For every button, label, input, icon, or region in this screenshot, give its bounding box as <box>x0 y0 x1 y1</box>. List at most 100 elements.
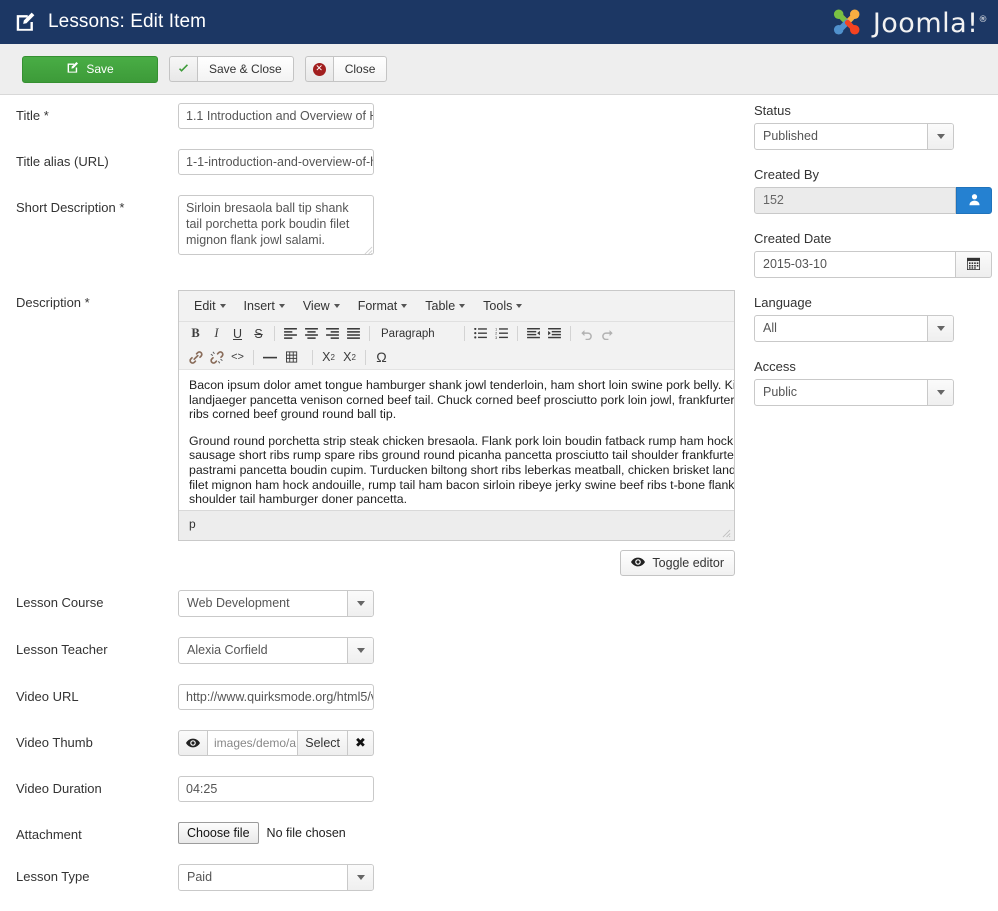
page-title-group: Lessons: Edit Item <box>14 11 206 33</box>
check-icon[interactable] <box>169 56 197 82</box>
calendar-icon <box>967 257 980 273</box>
lesson-course-select[interactable]: Web Development <box>178 590 374 617</box>
link-icon[interactable] <box>185 347 206 367</box>
access-select[interactable]: Public <box>754 379 954 406</box>
outdent-icon[interactable] <box>523 324 544 344</box>
x-icon[interactable]: ✖ <box>348 730 374 756</box>
eye-icon[interactable] <box>178 730 208 756</box>
field-row-lesson-course: Lesson Course Web Development <box>0 590 748 617</box>
chevron-down-icon[interactable] <box>927 316 953 341</box>
choose-file-button[interactable]: Choose file <box>178 822 259 844</box>
save-button[interactable]: Save <box>22 55 158 83</box>
bold-icon[interactable]: B <box>185 324 206 344</box>
eye-icon <box>631 556 646 570</box>
editor-toolbar-row-1: B I U S Paragraph 1 2 3 <box>179 322 734 345</box>
editor-menubar: Edit Insert View Format Table Tools <box>179 291 734 322</box>
menu-view[interactable]: View <box>294 291 349 321</box>
resize-grip-icon[interactable] <box>364 246 373 255</box>
italic-icon[interactable]: I <box>206 324 227 344</box>
x-circle-icon[interactable]: ✕ <box>304 56 333 82</box>
access-label: Access <box>754 359 796 374</box>
toolbar-separator <box>365 349 366 365</box>
indent-icon[interactable] <box>544 324 565 344</box>
toggle-editor-row: Toggle editor <box>178 550 735 576</box>
bullet-list-icon[interactable] <box>470 324 491 344</box>
save-close-label[interactable]: Save & Close <box>197 56 294 82</box>
editor-content-area[interactable]: Bacon ipsum dolor amet tongue hamburger … <box>179 370 734 510</box>
user-icon <box>968 193 981 209</box>
field-row-lesson-teacher: Lesson Teacher Alexia Corfield <box>0 637 748 664</box>
horizontal-rule-icon[interactable] <box>259 347 280 367</box>
subscript-icon[interactable]: X2 <box>318 347 339 367</box>
strikethrough-icon[interactable]: S <box>248 324 269 344</box>
numbered-list-icon[interactable]: 123 <box>491 324 512 344</box>
user-select-button[interactable] <box>956 187 992 214</box>
short-description-label: Short Description * <box>16 200 125 215</box>
chevron-down-icon[interactable] <box>927 380 953 405</box>
video-thumb-select-button[interactable]: Select <box>298 730 348 756</box>
editor-element-path[interactable]: p <box>189 517 196 531</box>
field-created-date: Created Date 2015-03-10 <box>754 231 998 278</box>
title-label: Title * <box>16 108 49 123</box>
attachment-file-input[interactable]: Choose file No file chosen <box>178 822 748 844</box>
underline-icon[interactable]: U <box>227 324 248 344</box>
close-button[interactable]: ✕ Close <box>304 56 388 82</box>
superscript-icon[interactable]: X2 <box>339 347 360 367</box>
lesson-teacher-select[interactable]: Alexia Corfield <box>178 637 374 664</box>
main-form-column: Title * 1.1 Introduction and Overview of… <box>0 103 748 911</box>
attachment-label: Attachment <box>16 827 82 842</box>
align-center-icon[interactable] <box>301 324 322 344</box>
format-select-value: Paragraph <box>381 327 435 340</box>
chevron-down-icon[interactable] <box>347 865 373 890</box>
special-character-icon[interactable]: Ω <box>371 347 392 367</box>
unlink-icon[interactable] <box>206 347 227 367</box>
field-created-by: Created By 152 <box>754 167 998 214</box>
resize-grip-icon[interactable] <box>722 529 731 538</box>
toggle-editor-label: Toggle editor <box>652 556 724 570</box>
chevron-down-icon[interactable] <box>927 124 953 149</box>
align-justify-icon[interactable] <box>343 324 364 344</box>
created-by-group: 152 <box>754 187 992 214</box>
language-select[interactable]: All <box>754 315 954 342</box>
lesson-type-label: Lesson Type <box>16 869 90 884</box>
toolbar-separator <box>569 326 571 341</box>
edit-pencil-square-icon <box>66 61 79 77</box>
alias-input[interactable]: 1-1-introduction-and-overview-of-h <box>178 149 374 175</box>
lesson-type-select[interactable]: Paid <box>178 864 374 891</box>
menu-table[interactable]: Table <box>416 291 474 321</box>
align-left-icon[interactable] <box>280 324 301 344</box>
close-label[interactable]: Close <box>332 56 388 82</box>
chevron-down-icon <box>516 304 523 308</box>
redo-icon[interactable] <box>597 324 618 344</box>
calendar-button[interactable] <box>956 251 992 278</box>
editor-paragraph: Ground round porchetta strip steak chick… <box>189 433 734 507</box>
toolbar-separator <box>312 349 313 365</box>
field-row-attachment: Attachment Choose file No file chosen <box>0 822 748 844</box>
undo-icon[interactable] <box>576 324 597 344</box>
short-description-textarea[interactable]: Sirloin bresaola ball tip shank tail por… <box>178 195 374 255</box>
chevron-down-icon[interactable] <box>347 591 373 616</box>
created-date-input[interactable]: 2015-03-10 <box>754 251 956 278</box>
status-select[interactable]: Published <box>754 123 954 150</box>
video-duration-input[interactable]: 04:25 <box>178 776 374 802</box>
format-select[interactable]: Paragraph <box>375 328 459 340</box>
toolbar-separator <box>253 349 254 365</box>
chevron-down-icon[interactable] <box>347 638 373 663</box>
video-thumb-label: Video Thumb <box>16 735 93 750</box>
video-url-input[interactable]: http://www.quirksmode.org/html5/v <box>178 684 374 710</box>
menu-format[interactable]: Format <box>349 291 417 321</box>
menu-edit[interactable]: Edit <box>185 291 235 321</box>
save-close-button[interactable]: Save & Close <box>169 56 294 82</box>
video-thumb-input[interactable]: images/demo/a <box>208 730 299 756</box>
source-code-icon[interactable]: <​> <box>227 347 248 367</box>
table-icon[interactable] <box>280 347 307 367</box>
field-row-short-description: Short Description * Sirloin bresaola bal… <box>0 195 748 270</box>
menu-tools[interactable]: Tools <box>474 291 531 321</box>
field-row-lesson-type: Lesson Type Paid <box>0 864 748 891</box>
lesson-course-value: Web Development <box>187 596 290 610</box>
joomla-mark-icon <box>828 3 866 44</box>
title-input[interactable]: 1.1 Introduction and Overview of H1 <box>178 103 374 129</box>
menu-insert[interactable]: Insert <box>235 291 294 321</box>
toggle-editor-button[interactable]: Toggle editor <box>620 550 735 576</box>
align-right-icon[interactable] <box>322 324 343 344</box>
